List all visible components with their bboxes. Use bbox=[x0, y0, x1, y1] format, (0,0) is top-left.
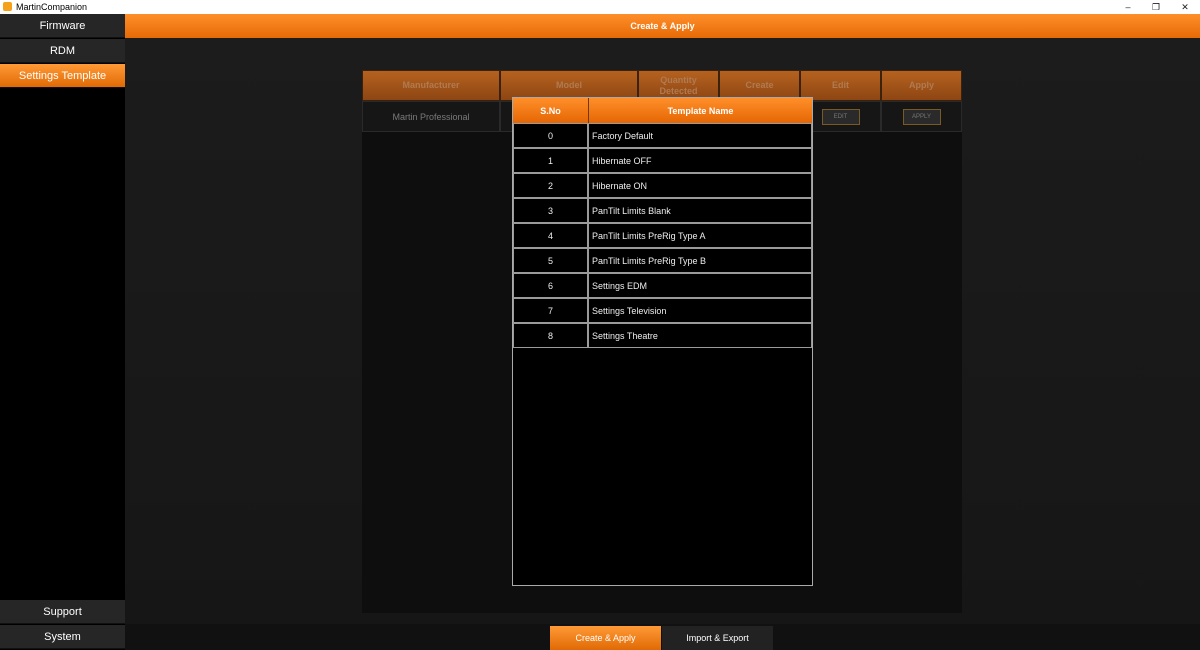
restore-icon[interactable]: ❐ bbox=[1141, 0, 1171, 14]
bottom-tab-bar: Create & Apply Import & Export bbox=[125, 624, 1200, 650]
template-picker-dialog: S.No Template Name 0 Factory Default 1 H… bbox=[512, 97, 813, 586]
close-icon[interactable]: ✕ bbox=[1170, 0, 1200, 14]
template-row[interactable]: 7 Settings Television bbox=[513, 298, 812, 323]
template-row[interactable]: 1 Hibernate OFF bbox=[513, 148, 812, 173]
template-name: PanTilt Limits Blank bbox=[588, 198, 812, 223]
page-title: Create & Apply bbox=[125, 14, 1200, 38]
template-sno: 6 bbox=[513, 273, 588, 298]
column-header-manufacturer: Manufacturer bbox=[362, 70, 500, 101]
template-name: PanTilt Limits PreRig Type A bbox=[588, 223, 812, 248]
template-row[interactable]: 3 PanTilt Limits Blank bbox=[513, 198, 812, 223]
template-row[interactable]: 4 PanTilt Limits PreRig Type A bbox=[513, 223, 812, 248]
column-header-template-name: Template Name bbox=[588, 98, 812, 123]
template-name: Factory Default bbox=[588, 123, 812, 148]
window-titlebar: MartinCompanion – ❐ ✕ bbox=[0, 0, 1200, 14]
template-sno: 0 bbox=[513, 123, 588, 148]
template-sno: 1 bbox=[513, 148, 588, 173]
sidebar-item-firmware[interactable]: Firmware bbox=[0, 14, 125, 38]
sidebar-item-support[interactable]: Support bbox=[0, 600, 125, 624]
sidebar: Firmware RDM Settings Template Support S… bbox=[0, 14, 125, 650]
window-title: MartinCompanion bbox=[16, 2, 88, 12]
template-name: Hibernate OFF bbox=[588, 148, 812, 173]
template-sno: 5 bbox=[513, 248, 588, 273]
template-row[interactable]: 8 Settings Theatre bbox=[513, 323, 812, 348]
column-header-apply: Apply bbox=[881, 70, 962, 101]
edit-button[interactable]: EDIT bbox=[821, 108, 860, 125]
apply-cell: APPLY bbox=[881, 101, 962, 132]
template-name: Hibernate ON bbox=[588, 173, 812, 198]
template-row[interactable]: 2 Hibernate ON bbox=[513, 173, 812, 198]
template-name: Settings EDM bbox=[588, 273, 812, 298]
tab-import-export[interactable]: Import & Export bbox=[662, 626, 773, 650]
template-row[interactable]: 5 PanTilt Limits PreRig Type B bbox=[513, 248, 812, 273]
column-header-sno: S.No bbox=[513, 98, 588, 123]
template-sno: 4 bbox=[513, 223, 588, 248]
app-logo-icon bbox=[3, 2, 12, 11]
template-name: Settings Theatre bbox=[588, 323, 812, 348]
template-sno: 2 bbox=[513, 173, 588, 198]
sidebar-item-settings-template[interactable]: Settings Template bbox=[0, 64, 125, 88]
template-name: PanTilt Limits PreRig Type B bbox=[588, 248, 812, 273]
template-row[interactable]: 0 Factory Default bbox=[513, 123, 812, 148]
template-row[interactable]: 6 Settings EDM bbox=[513, 273, 812, 298]
template-sno: 8 bbox=[513, 323, 588, 348]
template-table-header: S.No Template Name bbox=[513, 98, 812, 123]
sidebar-item-system[interactable]: System bbox=[0, 625, 125, 649]
template-sno: 3 bbox=[513, 198, 588, 223]
minimize-icon[interactable]: – bbox=[1113, 0, 1143, 14]
manufacturer-cell: Martin Professional bbox=[362, 101, 500, 132]
tab-create-apply[interactable]: Create & Apply bbox=[550, 626, 661, 650]
template-name: Settings Television bbox=[588, 298, 812, 323]
apply-button[interactable]: APPLY bbox=[902, 108, 941, 125]
template-sno: 7 bbox=[513, 298, 588, 323]
sidebar-item-rdm[interactable]: RDM bbox=[0, 39, 125, 63]
